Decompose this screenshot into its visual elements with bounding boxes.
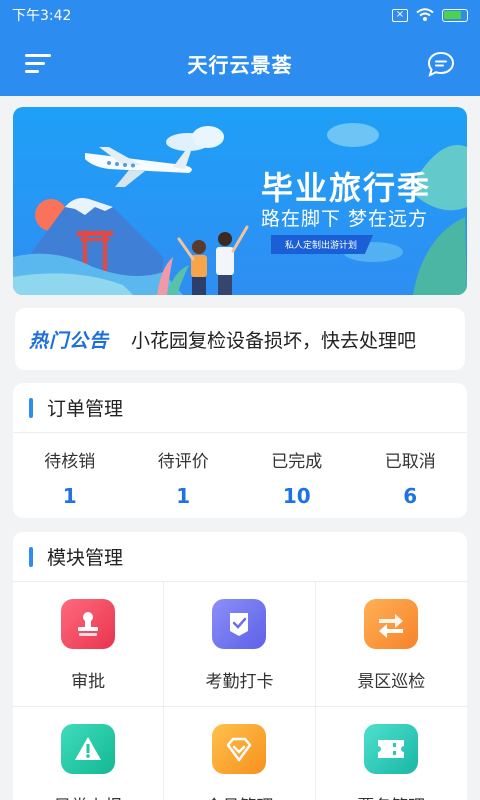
order-pending-verification[interactable]: 待核销 1 [13,433,127,518]
section-accent-bar [29,546,33,567]
order-management-header: 订单管理 [13,383,467,433]
banner-subtitle: 路在脚下 梦在远方 [261,208,429,230]
airplane-graphic [85,147,192,187]
stamp-icon [61,599,116,649]
order-stats: 待核销 1 待评价 1 已完成 10 已取消 6 [13,433,467,518]
checkin-icon [212,599,267,649]
module-management-header: 模块管理 [13,532,467,582]
announcement-bar[interactable]: 热门公告 小花园复检设备损坏，快去处理吧 [15,308,465,370]
module-exception-report[interactable]: 异常上报 [13,707,165,800]
module-label: 景区巡检 [357,672,426,692]
order-stat-count: 10 [282,484,311,508]
order-stat-count: 6 [403,484,418,508]
module-label: 票务管理 [357,792,425,800]
diamond-icon [212,724,267,774]
announcement-text[interactable]: 小花园复检设备损坏，快去处理吧 [131,326,416,353]
order-stat-label: 待评价 [157,452,209,472]
order-stat-label: 已完成 [271,452,323,472]
order-stat-count: 1 [176,484,191,508]
module-label: 审批 [71,672,106,692]
order-stat-label: 已取消 [384,452,436,472]
warning-icon [61,724,116,774]
banner-tag: 私人定制出游计划 [271,235,374,254]
promo-banner[interactable]: 毕业旅行季 路在脚下 梦在远方 私人定制出游计划 [13,107,467,295]
module-label: 异常上报 [54,792,122,800]
order-management-card: 订单管理 待核销 1 待评价 1 已完成 10 已取消 6 [13,383,467,518]
order-cancelled[interactable]: 已取消 6 [354,433,468,518]
order-pending-review[interactable]: 待评价 1 [127,433,241,518]
module-tickets[interactable]: 票务管理 [316,707,467,800]
module-label: 会员管理 [205,792,273,800]
order-stat-label: 待核销 [44,452,96,472]
announcement-label: 热门公告 [29,329,110,352]
module-attendance[interactable]: 考勤打卡 [164,582,316,707]
swap-arrows-icon [364,599,419,649]
module-inspection[interactable]: 景区巡检 [315,582,467,707]
wifi-icon [416,8,434,21]
banner-title: 毕业旅行季 [261,169,432,207]
page-title: 天行云景荟 [187,52,293,77]
status-time: 下午3:42 [12,8,72,24]
status-icons: × [392,8,468,22]
battery-charging-icon [442,8,468,22]
order-stat-count: 1 [62,484,77,508]
order-management-title: 订单管理 [47,398,124,420]
section-accent-bar [29,397,33,418]
chat-icon[interactable] [427,51,455,77]
ticket-icon [364,724,419,774]
module-management-card: 模块管理 审批 考勤打卡 景区巡检 异常上报 [13,532,467,800]
module-management-title: 模块管理 [47,547,124,569]
order-completed[interactable]: 已完成 10 [240,433,354,518]
module-approval[interactable]: 审批 [13,582,165,707]
menu-icon[interactable] [25,54,51,74]
app-header: 天行云景荟 [0,30,480,96]
status-bar: 下午3:42 × [0,0,480,30]
travelers-graphic [177,225,249,295]
module-label: 考勤打卡 [205,672,274,692]
module-members[interactable]: 会员管理 [164,707,316,800]
module-grid: 审批 考勤打卡 景区巡检 异常上报 会员管理 [13,582,467,800]
sim-off-icon: × [392,8,408,22]
